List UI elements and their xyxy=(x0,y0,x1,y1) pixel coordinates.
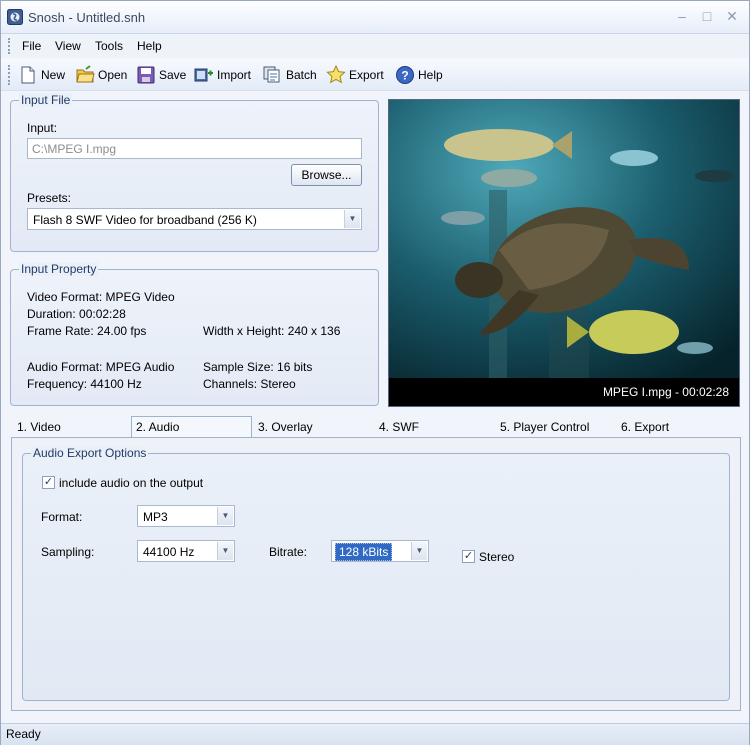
batch-icon xyxy=(263,66,280,83)
video-preview: MPEG I.mpg - 00:02:28 xyxy=(388,99,740,407)
preview-caption: MPEG I.mpg - 00:02:28 xyxy=(602,385,729,399)
batch-button[interactable]: Batch xyxy=(263,63,317,87)
chevron-down-icon[interactable]: ▼ xyxy=(217,542,233,560)
bitrate-value: 128 kBits xyxy=(335,543,393,561)
audio-format-text: Audio Format: MPEG Audio xyxy=(27,360,175,374)
input-property-legend: Input Property xyxy=(19,262,99,276)
help-label: Help xyxy=(418,68,443,82)
format-label: Format: xyxy=(41,510,83,524)
toolbar: New Open Save Import Batch Export ? Help xyxy=(1,59,749,91)
tab-player-control[interactable]: 5. Player Control xyxy=(500,420,589,434)
chevron-down-icon[interactable]: ▼ xyxy=(217,507,233,525)
sampling-select[interactable]: 44100 Hz ▼ xyxy=(137,540,235,562)
audio-export-options-group: Audio Export Options ✓ include audio on … xyxy=(22,446,730,701)
export-star-icon xyxy=(326,65,346,84)
new-document-icon xyxy=(21,66,35,84)
sampling-value: 44100 Hz xyxy=(143,545,195,559)
bitrate-label: Bitrate: xyxy=(269,545,308,559)
sample-size-text: Sample Size: 16 bits xyxy=(203,360,313,374)
tab-export[interactable]: 6. Export xyxy=(621,420,669,434)
app-window: Snosh - Untitled.snh – □ ✕ File View Too… xyxy=(0,0,750,745)
chevron-down-icon[interactable]: ▼ xyxy=(411,542,427,560)
input-file-group: Input File Input: C:\MPEG I.mpg Browse..… xyxy=(10,93,379,252)
include-audio-label: include audio on the output xyxy=(59,476,204,490)
presets-select[interactable]: Flash 8 SWF Video for broadband (256 K) … xyxy=(27,208,362,230)
dimensions-text: Width x Height: 240 x 136 xyxy=(203,324,341,338)
input-path-field[interactable]: C:\MPEG I.mpg xyxy=(27,138,362,159)
menu-bar: File View Tools Help xyxy=(1,35,749,57)
preview-frame-image xyxy=(389,100,739,378)
window-title: Snosh - Untitled.snh xyxy=(28,10,146,25)
save-disk-icon xyxy=(137,66,155,84)
open-button[interactable]: Open xyxy=(75,63,127,87)
maximize-button[interactable]: □ xyxy=(698,8,716,24)
export-button[interactable]: Export xyxy=(326,63,384,87)
open-folder-icon xyxy=(76,65,95,83)
menu-tools[interactable]: Tools xyxy=(95,39,123,53)
toolbar-grip xyxy=(8,65,11,85)
export-label: Export xyxy=(349,68,384,82)
import-icon xyxy=(194,68,213,82)
menu-view[interactable]: View xyxy=(55,39,81,53)
menu-grip xyxy=(8,38,11,54)
chevron-down-icon[interactable]: ▼ xyxy=(344,210,360,228)
import-label: Import xyxy=(217,68,252,82)
presets-label: Presets: xyxy=(27,191,72,205)
tab-video[interactable]: 1. Video xyxy=(17,420,61,434)
minimize-button[interactable]: – xyxy=(673,8,691,24)
audio-tab-panel: Audio Export Options ✓ include audio on … xyxy=(11,437,741,711)
sampling-label: Sampling: xyxy=(41,545,95,559)
stereo-checkbox[interactable]: ✓ xyxy=(462,550,475,563)
title-bar: Snosh - Untitled.snh – □ ✕ xyxy=(1,1,749,34)
tab-audio-label: 2. Audio xyxy=(136,420,180,434)
channels-text: Channels: Stereo xyxy=(203,377,296,391)
save-button[interactable]: Save xyxy=(136,63,186,87)
stereo-label: Stereo xyxy=(479,550,515,564)
status-bar: Ready xyxy=(1,723,749,745)
tab-overlay[interactable]: 3. Overlay xyxy=(258,420,313,434)
import-button[interactable]: Import xyxy=(194,63,251,87)
new-label: New xyxy=(41,68,66,82)
help-button[interactable]: ? Help xyxy=(395,63,443,87)
video-format-text: Video Format: MPEG Video xyxy=(27,290,175,304)
app-logo-icon xyxy=(7,9,23,25)
frame-rate-text: Frame Rate: 24.00 fps xyxy=(27,324,147,338)
format-select[interactable]: MP3 ▼ xyxy=(137,505,235,527)
help-icon: ? xyxy=(396,66,414,84)
duration-text: Duration: 00:02:28 xyxy=(27,307,126,321)
input-file-legend: Input File xyxy=(19,93,73,107)
input-property-group: Input Property Video Format: MPEG Video … xyxy=(10,262,379,406)
menu-file[interactable]: File xyxy=(22,39,41,53)
close-button[interactable]: ✕ xyxy=(723,8,741,24)
new-button[interactable]: New xyxy=(18,63,65,87)
open-label: Open xyxy=(98,68,128,82)
save-label: Save xyxy=(159,68,187,82)
svg-text:?: ? xyxy=(401,69,408,83)
audio-export-options-legend: Audio Export Options xyxy=(31,446,149,460)
status-text: Ready xyxy=(6,727,41,741)
frequency-text: Frequency: 44100 Hz xyxy=(27,377,142,391)
format-value: MP3 xyxy=(143,510,168,524)
batch-label: Batch xyxy=(286,68,317,82)
tab-swf[interactable]: 4. SWF xyxy=(379,420,419,434)
browse-button[interactable]: Browse... xyxy=(291,164,362,186)
presets-value: Flash 8 SWF Video for broadband (256 K) xyxy=(33,213,257,227)
input-label: Input: xyxy=(27,121,58,135)
bitrate-select[interactable]: 128 kBits ▼ xyxy=(331,540,429,562)
menu-help[interactable]: Help xyxy=(137,39,162,53)
tab-audio[interactable]: 2. Audio xyxy=(131,416,252,438)
include-audio-checkbox[interactable]: ✓ xyxy=(42,476,55,489)
